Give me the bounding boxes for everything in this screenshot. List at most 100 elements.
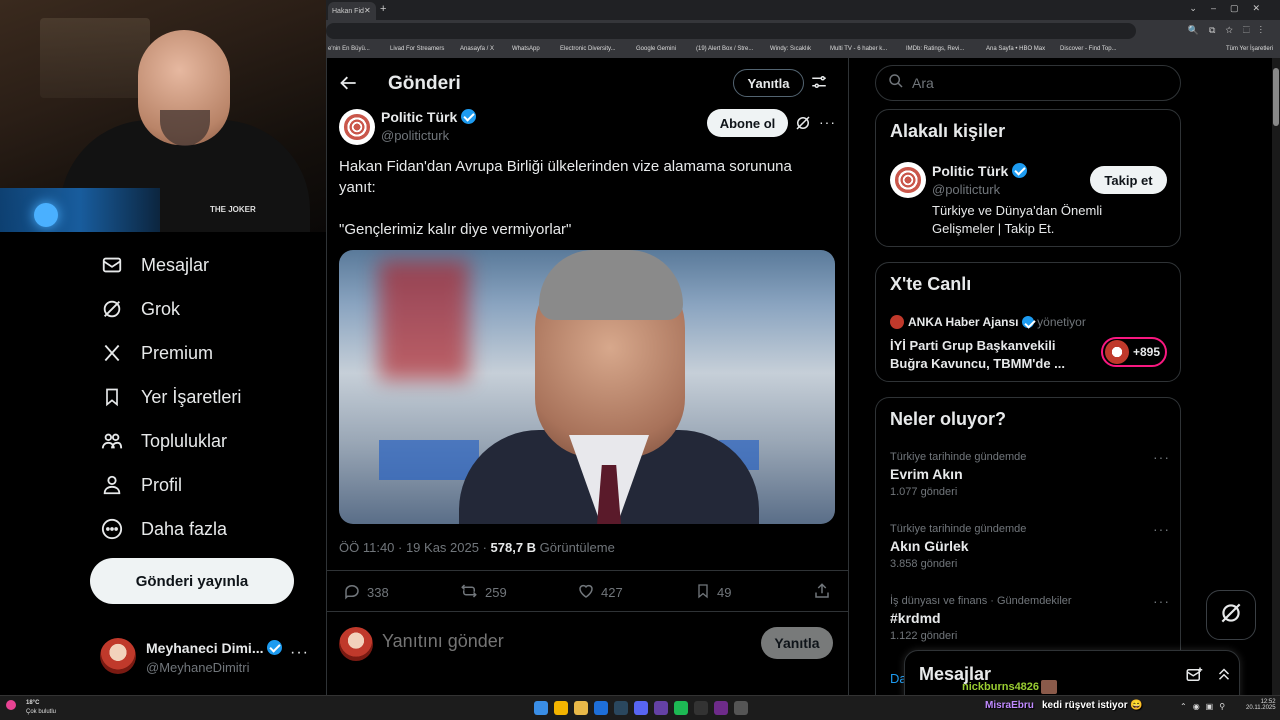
nav-item-premium[interactable]: Premium [100,338,213,368]
app-icon[interactable] [594,701,608,715]
trend-more-icon[interactable]: ··· [1153,521,1170,537]
author-handle[interactable]: @politicturk [381,128,449,143]
tray-icons[interactable]: ⌃◉▣⚲ [1180,702,1231,711]
related-name[interactable]: Politic Türk [932,163,1008,179]
scrollbar-thumb[interactable] [1273,68,1279,126]
related-handle[interactable]: @politicturk [932,182,1000,197]
share-action[interactable] [813,582,837,603]
chat-username: MisraEbru [985,700,1034,711]
tweet-timestamp[interactable]: ÖÖ 11:40 · 19 Kas 2025 · [339,540,491,555]
clock-date: 20.11.2025 [1246,705,1276,711]
live-listeners-badge[interactable]: +895 [1101,337,1167,367]
x-logo-icon [100,341,124,365]
post-button[interactable]: Gönderi yayınla [90,558,294,604]
nav-item-bookmarks[interactable]: Yer İşaretleri [100,382,241,412]
bookmark-item[interactable]: WhatsApp [512,46,540,52]
trend-name: Akın Gürlek [890,538,969,554]
nav-item-profile[interactable]: Profil [100,470,182,500]
obs-icon[interactable] [654,701,668,715]
repost-icon [459,582,485,603]
repost-action[interactable]: 259 [459,582,507,603]
nav-item-messages[interactable]: Mesajlar [100,250,209,280]
expand-chevron-icon[interactable] [1215,665,1233,688]
author-name[interactable]: Politic Türk [381,109,457,125]
window-controls[interactable]: ⌄–▢✕ [1189,3,1274,14]
weather-temp[interactable]: 18°C [26,700,39,706]
address-bar-row: 🔍⧉☆⬚⋮ [326,20,1280,42]
grok-explain-icon[interactable] [794,114,812,137]
trend-category: İş dünyası ve finans · Gündemdekiler [890,595,1072,607]
author-avatar[interactable] [339,109,375,145]
reply-input[interactable] [382,631,682,652]
bookmark-item[interactable]: Anasayfa / X [460,46,494,52]
trend-item[interactable]: Türkiye tarihinde gündemde Akın Gürlek 3… [890,521,1170,570]
chrome-icon[interactable] [554,701,568,715]
back-arrow-icon[interactable] [339,73,359,98]
folder-icon[interactable] [574,701,588,715]
nav-item-more[interactable]: Daha fazla [100,514,227,544]
address-field[interactable] [326,23,1136,39]
bookmark-item[interactable]: Google Gemini [636,46,676,52]
repost-count: 259 [485,585,507,600]
trend-more-icon[interactable]: ··· [1153,449,1170,465]
clock[interactable]: 12:52 20.11.2025 [1246,699,1276,711]
bookmark-item-all[interactable]: Tüm Yer İşaretleri [1226,46,1273,52]
app-icon[interactable] [714,701,728,715]
tweet-image[interactable] [339,250,835,524]
discord-icon[interactable] [634,701,648,715]
nav-item-grok[interactable]: Grok [100,294,180,324]
page-scrollbar[interactable] [1272,58,1280,695]
steam-icon[interactable] [614,701,628,715]
verified-badge-icon [1021,316,1034,328]
trend-category: Türkiye tarihinde gündemde [890,523,1027,535]
reply-action[interactable]: 338 [343,582,389,603]
account-switcher[interactable]: Meyhaneci Dimi... @MeyhaneDimitri ··· [100,636,315,676]
heart-icon [577,582,601,603]
bookmark-item[interactable]: (19) Alert Box / Stre... [696,46,753,52]
bookmark-item[interactable]: Multi TV - 6 haber k... [830,46,887,52]
nav-item-communities[interactable]: Topluluklar [100,426,227,456]
related-avatar[interactable] [890,162,926,198]
messages-drawer[interactable]: Mesajlar [904,650,1240,700]
tab-close-icon[interactable]: ✕ [364,6,371,15]
windows-start-icon[interactable] [534,701,548,715]
more-options-icon[interactable]: ··· [290,644,309,662]
trend-name: Evrim Akın [890,466,963,482]
search-input[interactable] [912,75,1152,91]
bookmark-item[interactable]: Electronic Diversity... [560,46,616,52]
bookmark-item[interactable]: Windy: Sıcaklık [770,46,811,52]
epic-games-icon[interactable] [694,701,708,715]
bookmark-item[interactable]: e'nin En Büyü... [328,46,370,52]
trend-more-icon[interactable]: ··· [1153,593,1170,609]
live-host[interactable]: ANKA Haber Ajansı [908,315,1018,329]
bookmark-action[interactable]: 49 [695,582,731,603]
search-box[interactable] [875,65,1181,101]
app-icon[interactable] [734,701,748,715]
bookmark-item[interactable]: Livad For Streamers [390,46,444,52]
bookmark-item[interactable]: Discover - Find Top... [1060,46,1117,52]
new-tab-icon[interactable]: + [380,3,386,15]
browser-tab[interactable]: Hakan Fid ✕ [328,2,376,20]
browser-toolbar-icons[interactable]: 🔍⧉☆⬚⋮ [1188,25,1272,36]
like-action[interactable]: 427 [577,582,623,603]
post-more-icon[interactable]: ··· [819,114,836,130]
trend-item[interactable]: Türkiye tarihinde gündemde Evrim Akın 1.… [890,449,1170,498]
reply-header-button[interactable]: Yanıtla [733,69,804,97]
new-message-icon[interactable] [1185,666,1203,689]
live-headline[interactable]: İYİ Parti Grup Başkanvekili Buğra Kavunc… [890,337,1090,373]
grok-fab-button[interactable] [1206,590,1256,640]
reply-submit-button[interactable]: Yanıtla [761,627,833,659]
bookmark-item[interactable]: Ana Sayfa • HBO Max [986,46,1045,52]
bookmark-item[interactable]: IMDb: Ratings, Revi... [906,46,964,52]
weather-desc[interactable]: Çok bulutlu [26,709,56,715]
spotify-icon[interactable] [674,701,688,715]
reply-composer: Yanıtla [327,613,848,683]
follow-button[interactable]: Takip et [1090,166,1167,194]
trend-item[interactable]: İş dünyası ve finans · Gündemdekiler #kr… [890,593,1170,642]
filter-sliders-icon[interactable] [810,73,828,96]
trend-count: 1.077 gönderi [890,486,958,498]
grok-icon [100,297,124,321]
trend-count: 3.858 gönderi [890,558,958,570]
trend-category: Türkiye tarihinde gündemde [890,451,1027,463]
subscribe-button[interactable]: Abone ol [707,109,788,137]
